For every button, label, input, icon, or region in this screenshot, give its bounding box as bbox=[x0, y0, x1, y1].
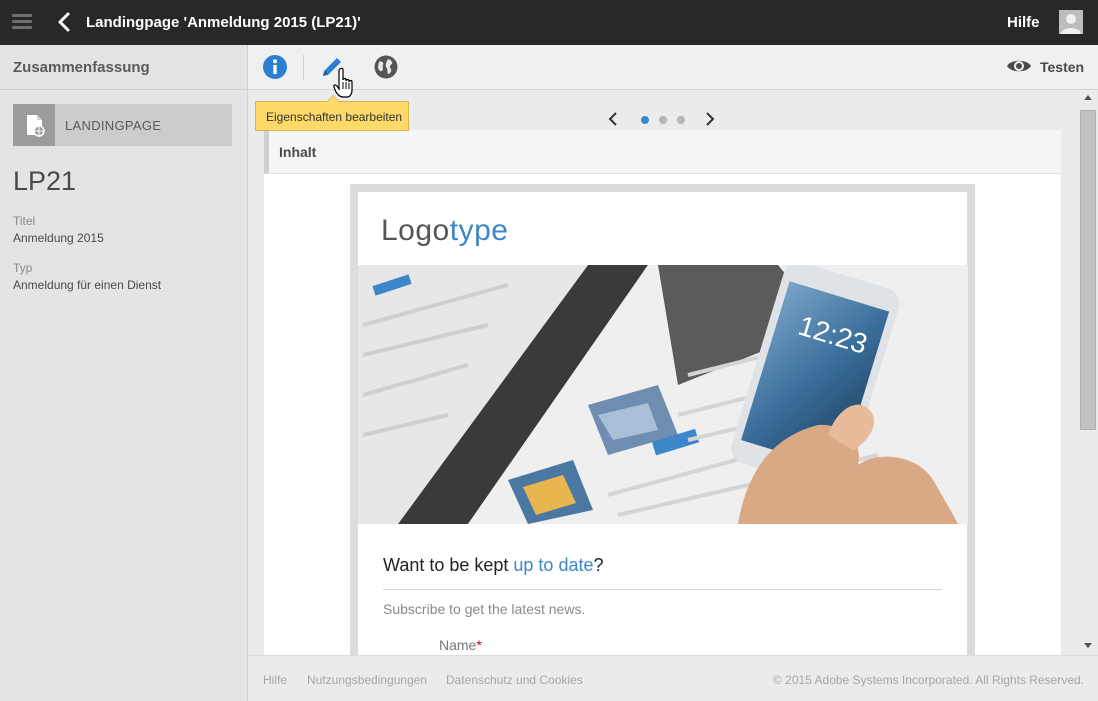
page-pager bbox=[608, 110, 718, 130]
logo-blue-text: type bbox=[449, 214, 509, 247]
pager-next-icon[interactable] bbox=[705, 111, 715, 132]
email-headline: Want to be kept up to date? bbox=[383, 555, 604, 576]
landing-page-id: LP21 bbox=[13, 166, 77, 196]
page-footer: Hilfe Nutzungsbedingungen Datenschutz un… bbox=[248, 655, 1098, 701]
summary-title: Zusammenfassung bbox=[0, 45, 247, 90]
hand-cursor-icon bbox=[333, 67, 355, 104]
pager-dot-3[interactable] bbox=[677, 116, 685, 124]
footer-link-terms[interactable]: Nutzungsbedingungen bbox=[307, 673, 427, 687]
user-avatar-icon[interactable] bbox=[1059, 10, 1083, 34]
info-icon[interactable] bbox=[262, 54, 288, 80]
type-chip: LANDINGPAGE bbox=[13, 104, 232, 146]
scroll-thumb[interactable] bbox=[1080, 110, 1096, 430]
page-title: Landingpage 'Anmeldung 2015 (LP21)' bbox=[86, 14, 361, 31]
pager-dot-1[interactable] bbox=[641, 116, 649, 124]
vertical-scrollbar[interactable] bbox=[1078, 90, 1098, 655]
subscribe-text: Subscribe to get the latest news. bbox=[383, 601, 586, 617]
edit-properties-tooltip: Eigenschaften bearbeiten bbox=[255, 95, 409, 131]
hero-image: 12:23 bbox=[358, 265, 968, 524]
type-label: LANDINGPAGE bbox=[65, 118, 162, 133]
top-bar: Landingpage 'Anmeldung 2015 (LP21)' Hilf… bbox=[0, 0, 1098, 45]
test-button-label: Testen bbox=[1040, 59, 1085, 75]
pager-dot-2[interactable] bbox=[659, 116, 667, 124]
title-field-value: Anmeldung 2015 bbox=[13, 231, 104, 245]
required-asterisk: * bbox=[476, 637, 482, 653]
content-area: Inhalt Logotype 12:23 Want to be kept up… bbox=[248, 90, 1078, 655]
type-field-label: Typ bbox=[13, 261, 33, 275]
copyright-text: © 2015 Adobe Systems Incorporated. All R… bbox=[772, 673, 1084, 687]
footer-link-help[interactable]: Hilfe bbox=[263, 673, 287, 687]
scroll-up-arrow-icon[interactable] bbox=[1084, 95, 1092, 100]
email-preview[interactable]: Logotype 12:23 Want to be kept up to dat… bbox=[350, 184, 975, 655]
logo-dark-text: Logo bbox=[381, 214, 450, 247]
globe-icon[interactable] bbox=[373, 54, 399, 80]
content-section-body: Logotype 12:23 Want to be kept up to dat… bbox=[264, 174, 1061, 655]
footer-link-privacy[interactable]: Datenschutz und Cookies bbox=[446, 673, 583, 687]
divider-line bbox=[383, 589, 942, 590]
headline-end-text: ? bbox=[593, 555, 604, 575]
eye-icon bbox=[1007, 60, 1031, 72]
main-toolbar: Testen bbox=[248, 45, 1098, 90]
name-label-text: Name bbox=[439, 637, 477, 653]
type-field-value: Anmeldung für einen Dienst bbox=[13, 278, 162, 292]
logotype: Logotype bbox=[381, 214, 508, 248]
landing-page-icon bbox=[13, 104, 55, 146]
headline-link-text: up to date bbox=[513, 555, 594, 575]
content-section-header[interactable]: Inhalt bbox=[264, 130, 1061, 174]
scroll-down-arrow-icon[interactable] bbox=[1084, 643, 1092, 648]
name-field-label: Name* bbox=[439, 637, 482, 653]
headline-text: Want to be kept bbox=[383, 555, 514, 575]
hamburger-menu-icon[interactable] bbox=[12, 14, 32, 30]
toolbar-divider bbox=[303, 55, 304, 80]
back-chevron-icon[interactable] bbox=[56, 11, 72, 33]
summary-panel: Zusammenfassung LANDINGPAGE LP21 Titel A… bbox=[0, 45, 248, 701]
pager-prev-icon[interactable] bbox=[608, 111, 618, 132]
title-field-label: Titel bbox=[13, 214, 36, 228]
help-link[interactable]: Hilfe bbox=[1007, 14, 1040, 31]
